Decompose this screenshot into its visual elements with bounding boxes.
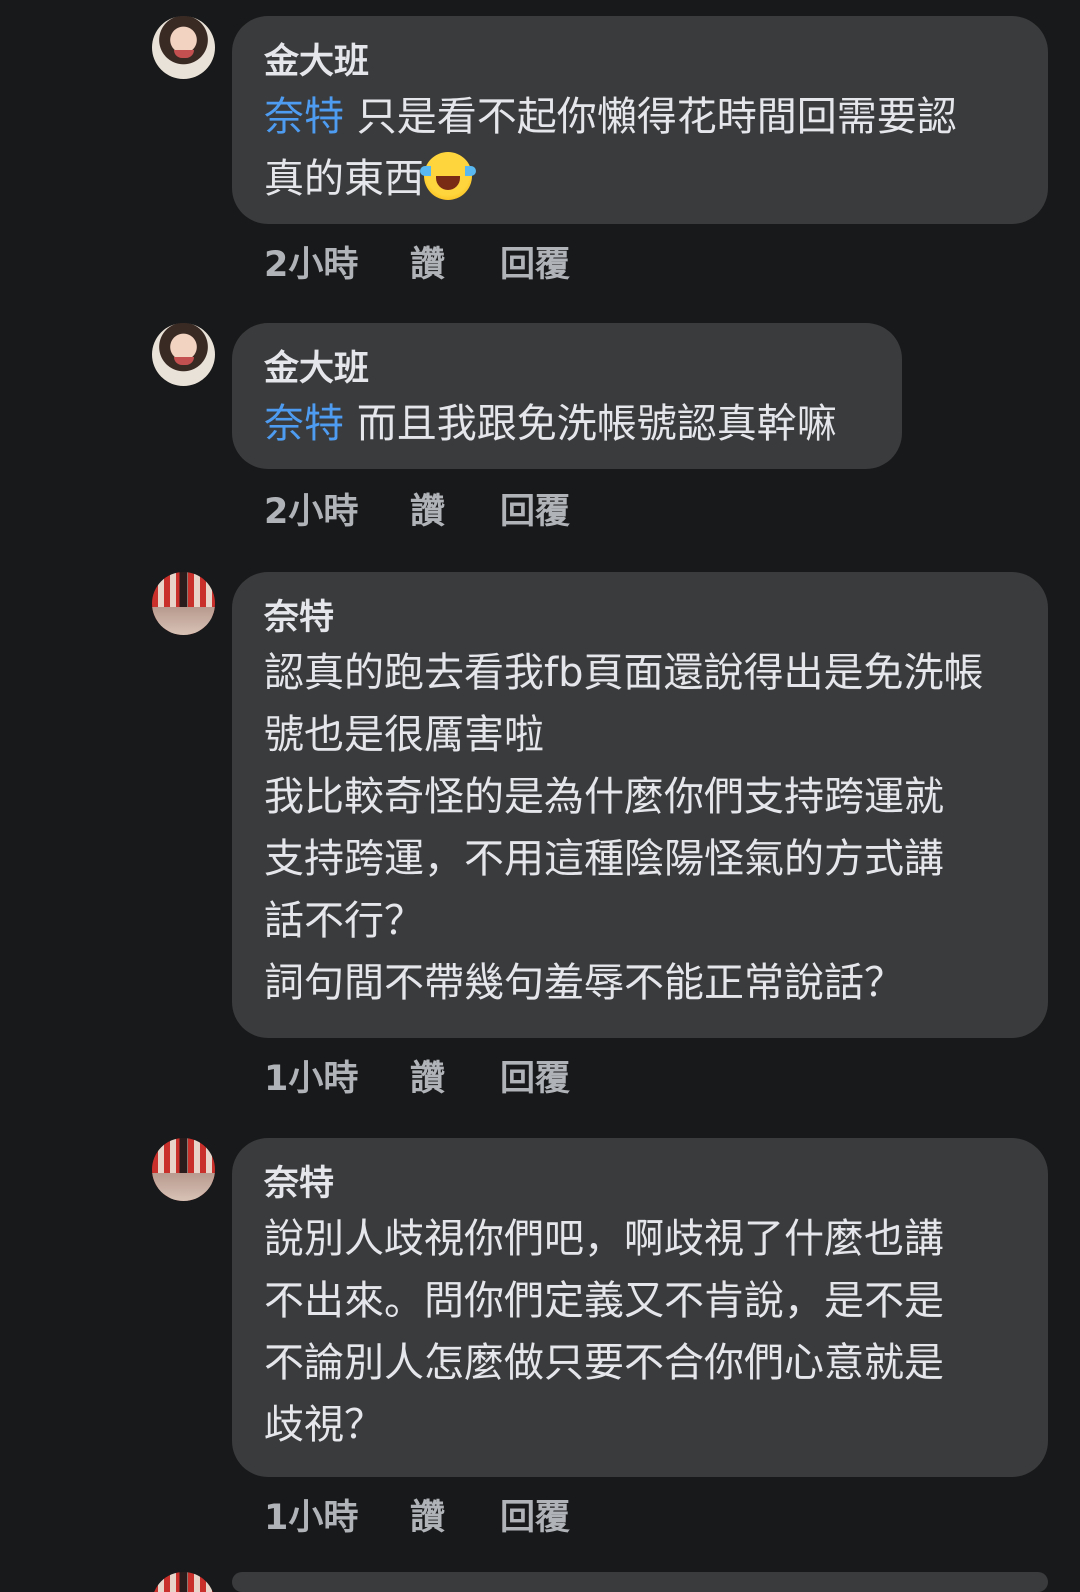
comment-text: 奈特 只是看不起你懶得花時間回需要認 真的東西 bbox=[264, 86, 1020, 210]
reply-button[interactable]: 回覆 bbox=[500, 1496, 570, 1540]
comment-actions: 1小時讚回覆 bbox=[264, 1496, 570, 1540]
comment-author[interactable]: 奈特 bbox=[264, 1160, 1020, 1208]
comment-thread: 金大班 奈特 只是看不起你懶得花時間回需要認 真的東西 2小時讚回覆 金大班 奈… bbox=[0, 0, 1080, 1592]
avatar[interactable] bbox=[152, 1138, 215, 1201]
comment-bubble: 奈特 說別人歧視你們吧，啊歧視了什麼也講 不出來。問你們定義又不肯說，是不是 不… bbox=[232, 1138, 1048, 1477]
comment-text-line: 只是看不起你懶得花時間回需要認 bbox=[356, 94, 957, 140]
reply-button[interactable]: 回覆 bbox=[500, 490, 570, 534]
comment-text: 奈特 而且我跟免洗帳號認真幹嘛 bbox=[264, 393, 874, 455]
laughing-emoji-icon bbox=[420, 152, 476, 200]
avatar[interactable] bbox=[152, 572, 215, 635]
like-button[interactable]: 讚 bbox=[410, 1496, 500, 1540]
comment-bubble: 金大班 奈特 而且我跟免洗帳號認真幹嘛 bbox=[232, 323, 902, 469]
comment-text-line: 我比較奇怪的是為什麼你們支持跨運就 bbox=[264, 774, 944, 820]
mention-link[interactable]: 奈特 bbox=[264, 94, 344, 140]
comment-timestamp[interactable]: 2小時 bbox=[264, 243, 410, 287]
comment-actions: 1小時讚回覆 bbox=[264, 1057, 570, 1101]
comment-text-line: 詞句間不帶幾句羞辱不能正常說話？ bbox=[264, 960, 904, 1006]
comment-bubble: 奈特 認真的跑去看我fb頁面還說得出是免洗帳 號也是很厲害啦 我比較奇怪的是為什… bbox=[232, 572, 1048, 1038]
comment-author[interactable]: 奈特 bbox=[264, 594, 1020, 642]
comment-text: 說別人歧視你們吧，啊歧視了什麼也講 不出來。問你們定義又不肯說，是不是 不論別人… bbox=[264, 1208, 1020, 1456]
comment-text-line: 支持跨運，不用這種陰陽怪氣的方式講 bbox=[264, 836, 944, 882]
comment-text-line: 真的東西 bbox=[264, 156, 424, 202]
comment-bubble bbox=[232, 1572, 1048, 1592]
comment-bubble: 金大班 奈特 只是看不起你懶得花時間回需要認 真的東西 bbox=[232, 16, 1048, 224]
avatar[interactable] bbox=[152, 323, 215, 386]
avatar[interactable] bbox=[152, 16, 215, 79]
like-button[interactable]: 讚 bbox=[410, 1057, 500, 1101]
comment-text-line: 不論別人怎麼做只要不合你們心意就是 bbox=[264, 1340, 944, 1386]
comment-author[interactable]: 金大班 bbox=[264, 345, 874, 393]
comment-text-line: 歧視？ bbox=[264, 1402, 384, 1448]
comment-text: 認真的跑去看我fb頁面還說得出是免洗帳 號也是很厲害啦 我比較奇怪的是為什麼你們… bbox=[264, 642, 1020, 1014]
comment-timestamp[interactable]: 1小時 bbox=[264, 1057, 410, 1101]
mention-link[interactable]: 奈特 bbox=[264, 401, 344, 447]
comment-actions: 2小時讚回覆 bbox=[264, 243, 570, 287]
comment-timestamp[interactable]: 2小時 bbox=[264, 490, 410, 534]
comment-text-line: 而且我跟免洗帳號認真幹嘛 bbox=[356, 401, 837, 447]
like-button[interactable]: 讚 bbox=[410, 243, 500, 287]
comment-text-line: 認真的跑去看我fb頁面還說得出是免洗帳 bbox=[264, 650, 984, 696]
like-button[interactable]: 讚 bbox=[410, 490, 500, 534]
comment-text-line: 不出來。問你們定義又不肯說，是不是 bbox=[264, 1278, 944, 1324]
comment-text-line: 號也是很厲害啦 bbox=[264, 712, 544, 758]
comment-text-line: 說別人歧視你們吧，啊歧視了什麼也講 bbox=[264, 1216, 944, 1262]
comment-timestamp[interactable]: 1小時 bbox=[264, 1496, 410, 1540]
comment-text-line: 話不行？ bbox=[264, 898, 424, 944]
reply-button[interactable]: 回覆 bbox=[500, 243, 570, 287]
avatar[interactable] bbox=[152, 1572, 215, 1592]
comment-actions: 2小時讚回覆 bbox=[264, 490, 570, 534]
comment-author[interactable]: 金大班 bbox=[264, 38, 1020, 86]
reply-button[interactable]: 回覆 bbox=[500, 1057, 570, 1101]
